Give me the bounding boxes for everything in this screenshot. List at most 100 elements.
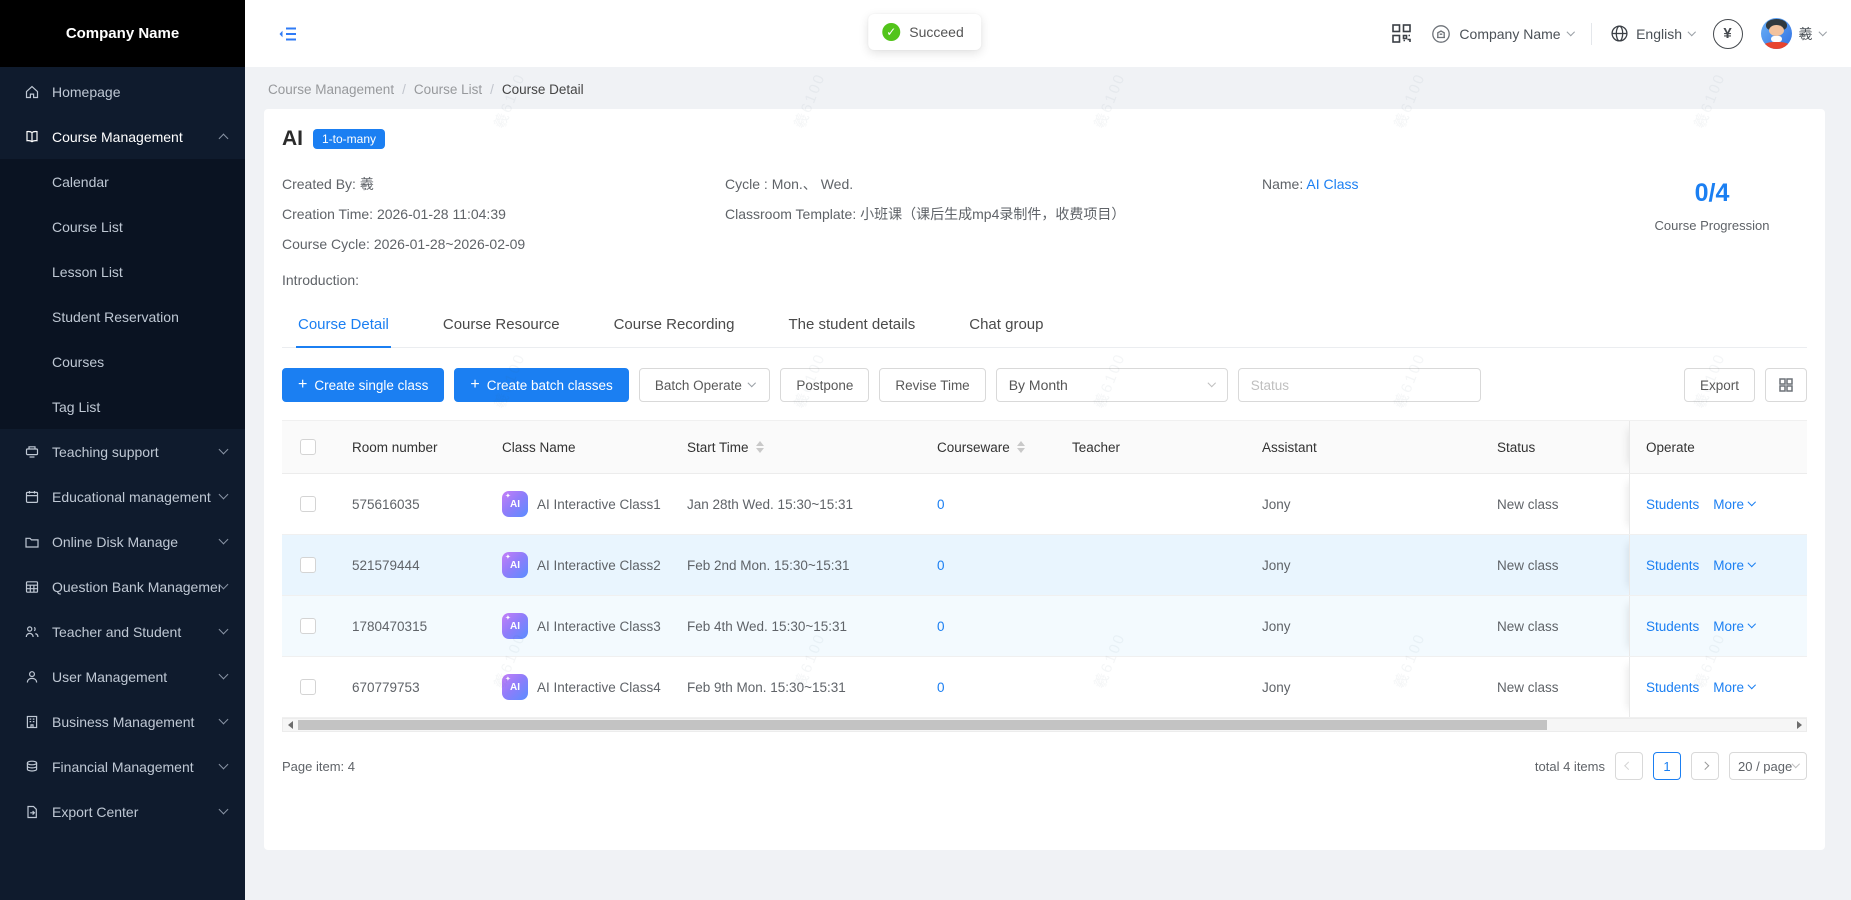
courseware-count-link[interactable]: 0	[937, 558, 945, 573]
sidebar-item-course-list[interactable]: Course List	[0, 204, 245, 249]
create-batch-classes-button[interactable]: + Create batch classes	[454, 368, 628, 402]
month-filter-select[interactable]: By Month	[996, 368, 1228, 402]
row-checkbox[interactable]	[300, 679, 316, 695]
students-link[interactable]: Students	[1646, 680, 1699, 695]
row-checkbox[interactable]	[300, 496, 316, 512]
currency-button[interactable]: ¥	[1713, 19, 1743, 49]
chevron-down-icon	[748, 379, 756, 387]
column-settings-button[interactable]	[1765, 368, 1807, 402]
company-logo: Company Name	[0, 0, 245, 67]
sidebar-item-online-disk-manage[interactable]: Online Disk Manage	[0, 519, 245, 564]
export-label: Export	[1700, 378, 1739, 393]
sidebar-item-teacher-and-student[interactable]: Teacher and Student	[0, 609, 245, 654]
sidebar-item-user-management[interactable]: User Management	[0, 654, 245, 699]
courseware-count-link[interactable]: 0	[937, 497, 945, 512]
sidebar-item-export-center[interactable]: Export Center	[0, 789, 245, 834]
sidebar-item-label: Teaching support	[52, 444, 220, 460]
course-info: Created By: 羲 Creation Time: 2026-01-28 …	[282, 169, 1807, 259]
class-name-link[interactable]: AI Class	[1306, 176, 1358, 192]
sidebar-item-financial-management[interactable]: Financial Management	[0, 744, 245, 789]
class-name-text: AI Interactive Class4	[537, 680, 661, 695]
toolbar: + Create single class + Create batch cla…	[282, 368, 1807, 402]
sidebar-item-educational-management[interactable]: Educational management	[0, 474, 245, 519]
status-cell: New class	[1481, 558, 1617, 573]
students-link[interactable]: Students	[1646, 497, 1699, 512]
more-link[interactable]: More	[1713, 558, 1754, 573]
revise-time-button[interactable]: Revise Time	[879, 368, 985, 402]
students-link[interactable]: Students	[1646, 619, 1699, 634]
page-number-button[interactable]: 1	[1653, 752, 1681, 780]
page-size-select[interactable]: 20 / page	[1729, 752, 1807, 780]
breadcrumb-item[interactable]: Course List	[414, 82, 482, 97]
create-single-class-button[interactable]: + Create single class	[282, 368, 444, 402]
scroll-left-arrow[interactable]	[283, 719, 297, 731]
creation-time-label: Creation Time:	[282, 206, 373, 222]
sidebar-item-tag-list[interactable]: Tag List	[0, 384, 245, 429]
ai-class-icon: ✦AI	[502, 491, 528, 517]
column-header-start-time[interactable]: Start Time	[671, 440, 921, 455]
tab-student-details[interactable]: The student details	[787, 307, 918, 347]
more-link[interactable]: More	[1713, 680, 1754, 695]
sidebar-item-homepage[interactable]: Homepage	[0, 69, 245, 114]
success-toast: ✓ Succeed	[868, 14, 981, 50]
breadcrumb-current: Course Detail	[502, 82, 584, 97]
sidebar-item-student-reservation[interactable]: Student Reservation	[0, 294, 245, 339]
tab-course-recording[interactable]: Course Recording	[612, 307, 737, 347]
created-by-label: Created By:	[282, 176, 356, 192]
horizontal-scrollbar[interactable]	[282, 718, 1807, 732]
qr-code-icon[interactable]	[1391, 23, 1412, 44]
next-page-button[interactable]	[1691, 752, 1719, 780]
sidebar-item-calendar[interactable]: Calendar	[0, 159, 245, 204]
select-all-checkbox[interactable]	[300, 439, 316, 455]
tab-course-detail[interactable]: Course Detail	[296, 307, 391, 348]
sidebar-item-course-management[interactable]: Course Management	[0, 114, 245, 159]
course-title-row: AI 1-to-many	[282, 127, 1807, 151]
tab-chat-group[interactable]: Chat group	[967, 307, 1045, 347]
sort-icons[interactable]	[1017, 441, 1025, 453]
sidebar-item-label: Course Management	[52, 129, 220, 145]
status-cell: New class	[1481, 680, 1617, 695]
batch-operate-button[interactable]: Batch Operate	[639, 368, 771, 402]
sidebar-item-lesson-list[interactable]: Lesson List	[0, 249, 245, 294]
total-items-label: total 4 items	[1535, 759, 1605, 774]
export-button[interactable]: Export	[1684, 368, 1755, 402]
menu-fold-icon[interactable]	[278, 25, 298, 43]
sidebar-item-teaching-support[interactable]: Teaching support	[0, 429, 245, 474]
breadcrumb-item[interactable]: Course Management	[268, 82, 394, 97]
sidebar-item-question-bank-management[interactable]: Question Bank Management	[0, 564, 245, 609]
class-name-cell: ✦AI AI Interactive Class4	[486, 674, 671, 700]
sort-icons[interactable]	[756, 441, 764, 453]
status-filter-input[interactable]	[1238, 368, 1481, 402]
scroll-right-arrow[interactable]	[1792, 719, 1806, 731]
column-header-courseware[interactable]: Courseware	[921, 440, 1056, 455]
course-cycle-label: Course Cycle:	[282, 236, 370, 252]
students-link[interactable]: Students	[1646, 558, 1699, 573]
success-check-icon: ✓	[882, 23, 900, 41]
info-col-right: Name: AI Class	[1262, 169, 1617, 259]
prev-page-button[interactable]	[1615, 752, 1643, 780]
courseware-count-link[interactable]: 0	[937, 619, 945, 634]
postpone-button[interactable]: Postpone	[780, 368, 869, 402]
courseware-label: Courseware	[937, 440, 1010, 455]
company-switcher[interactable]: Company Name	[1430, 23, 1573, 45]
user-menu[interactable]: 羲	[1761, 18, 1826, 49]
sidebar-item-courses[interactable]: Courses	[0, 339, 245, 384]
more-link[interactable]: More	[1713, 497, 1754, 512]
language-switcher[interactable]: English	[1610, 24, 1694, 43]
sidebar-item-label: Question Bank Management	[52, 579, 220, 595]
revise-time-label: Revise Time	[895, 378, 969, 393]
row-checkbox[interactable]	[300, 557, 316, 573]
course-cycle-value: 2026-01-28~2026-02-09	[374, 236, 525, 252]
courseware-count-link[interactable]: 0	[937, 680, 945, 695]
row-checkbox[interactable]	[300, 618, 316, 634]
avatar	[1761, 18, 1792, 49]
class-table: Room number Class Name Start Time Course…	[282, 420, 1807, 732]
grid-icon	[1778, 377, 1794, 393]
more-link[interactable]: More	[1713, 619, 1754, 634]
sidebar-item-business-management[interactable]: Business Management	[0, 699, 245, 744]
tab-course-resource[interactable]: Course Resource	[441, 307, 562, 347]
course-progression: 0/4 Course Progression	[1617, 169, 1807, 259]
scrollbar-thumb[interactable]	[298, 720, 1547, 730]
classroom-template-label: Classroom Template:	[725, 206, 860, 222]
info-col-left: Created By: 羲 Creation Time: 2026-01-28 …	[282, 169, 725, 259]
